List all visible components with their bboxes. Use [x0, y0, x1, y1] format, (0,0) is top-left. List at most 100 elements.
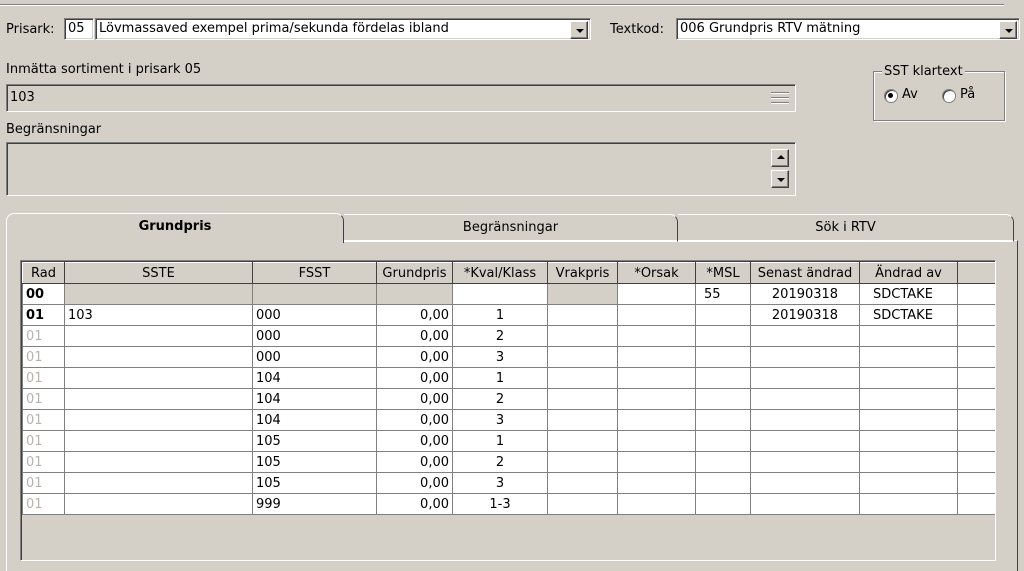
cell-fsst[interactable]: 104: [252, 367, 377, 389]
cell-msl[interactable]: [695, 325, 751, 347]
cell-orsak[interactable]: [617, 409, 696, 431]
cell-kval[interactable]: 2: [452, 451, 548, 473]
cell-sste[interactable]: [64, 346, 253, 368]
cell-sste[interactable]: 103: [64, 304, 253, 326]
cell-msl[interactable]: [695, 430, 751, 452]
cell-kval[interactable]: 3: [452, 409, 548, 431]
scroll-up-button[interactable]: [771, 149, 789, 167]
header-grundpris[interactable]: Grundpris: [376, 262, 453, 284]
header-fsst[interactable]: FSST: [252, 262, 377, 284]
table-row[interactable]: 01 105 0,00 3: [22, 472, 995, 494]
cell-msl[interactable]: [695, 472, 751, 494]
cell-fsst[interactable]: 105: [252, 472, 377, 494]
cell-kval[interactable]: 1: [452, 430, 548, 452]
cell-vrakpris[interactable]: [547, 346, 618, 368]
cell-vrakpris[interactable]: [547, 367, 618, 389]
cell-orsak[interactable]: [617, 367, 696, 389]
table-row[interactable]: 01 104 0,00 2: [22, 388, 995, 410]
table-row[interactable]: 01 999 0,00 1-3: [22, 493, 995, 515]
header-rad[interactable]: Rad: [22, 262, 65, 284]
cell-msl[interactable]: [695, 304, 751, 326]
header-kval-klass[interactable]: *Kval/Klass: [452, 262, 548, 284]
cell-fsst[interactable]: 104: [252, 409, 377, 431]
cell-msl[interactable]: [695, 388, 751, 410]
cell-sste[interactable]: [64, 409, 253, 431]
cell-rad[interactable]: 01: [22, 430, 65, 452]
cell-fsst[interactable]: 105: [252, 430, 377, 452]
header-vrakpris[interactable]: Vrakpris: [547, 262, 618, 284]
cell-vrakpris[interactable]: [547, 304, 618, 326]
header-andrad-av[interactable]: Ändrad av: [859, 262, 958, 284]
cell-orsak[interactable]: [617, 493, 696, 515]
table-row[interactable]: 01 105 0,00 1: [22, 430, 995, 452]
cell-msl[interactable]: [695, 346, 751, 368]
cell-kval[interactable]: 2: [452, 325, 548, 347]
header-msl[interactable]: *MSL: [695, 262, 751, 284]
table-row[interactable]: 01 104 0,00 3: [22, 409, 995, 431]
cell-orsak[interactable]: [617, 304, 696, 326]
cell-grundpris[interactable]: 0,00: [376, 304, 453, 326]
cell-grundpris[interactable]: 0,00: [376, 472, 453, 494]
cell-sste[interactable]: [64, 388, 253, 410]
header-sste[interactable]: SSTE: [64, 262, 253, 284]
table-row[interactable]: 01 000 0,00 3: [22, 346, 995, 368]
cell-grundpris[interactable]: 0,00: [376, 346, 453, 368]
cell-grundpris[interactable]: 0,00: [376, 430, 453, 452]
cell-sste[interactable]: [64, 325, 253, 347]
prisark-dropdown-button[interactable]: [570, 21, 588, 39]
cell-sste[interactable]: [64, 451, 253, 473]
textkod-dropdown-button[interactable]: [999, 21, 1017, 39]
cell-kval[interactable]: 3: [452, 472, 548, 494]
scroll-down-button[interactable]: [771, 170, 789, 188]
tab-grundpris[interactable]: Grundpris: [6, 213, 344, 243]
cell-orsak[interactable]: [617, 388, 696, 410]
cell-vrakpris[interactable]: [547, 451, 618, 473]
header-orsak[interactable]: *Orsak: [617, 262, 696, 284]
cell-rad[interactable]: 01: [22, 367, 65, 389]
cell-msl[interactable]: [695, 367, 751, 389]
cell-kval[interactable]: [452, 283, 548, 305]
cell-orsak[interactable]: [617, 346, 696, 368]
cell-grundpris[interactable]: 0,00: [376, 367, 453, 389]
cell-fsst[interactable]: 105: [252, 451, 377, 473]
cell-orsak[interactable]: [617, 283, 696, 305]
cell-rad[interactable]: 00: [22, 283, 65, 305]
cell-grundpris[interactable]: 0,00: [376, 493, 453, 515]
cell-rad[interactable]: 01: [22, 388, 65, 410]
cell-kval[interactable]: 2: [452, 388, 548, 410]
cell-orsak[interactable]: [617, 430, 696, 452]
cell-rad[interactable]: 01: [22, 325, 65, 347]
cell-grundpris[interactable]: 0,00: [376, 409, 453, 431]
cell-grundpris[interactable]: 0,00: [376, 388, 453, 410]
cell-fsst[interactable]: 000: [252, 346, 377, 368]
table-row[interactable]: 01 104 0,00 1: [22, 367, 995, 389]
cell-rad[interactable]: 01: [22, 493, 65, 515]
cell-vrakpris[interactable]: [547, 388, 618, 410]
cell-rad[interactable]: 01: [22, 346, 65, 368]
cell-kval[interactable]: 1-3: [452, 493, 548, 515]
cell-grundpris[interactable]: 0,00: [376, 451, 453, 473]
cell-fsst[interactable]: 104: [252, 388, 377, 410]
cell-grundpris[interactable]: 0,00: [376, 325, 453, 347]
cell-rad[interactable]: 01: [22, 451, 65, 473]
table-row[interactable]: 01 105 0,00 2: [22, 451, 995, 473]
cell-vrakpris[interactable]: [547, 493, 618, 515]
cell-kval[interactable]: 1: [452, 367, 548, 389]
cell-vrakpris[interactable]: [547, 472, 618, 494]
cell-orsak[interactable]: [617, 472, 696, 494]
cell-rad[interactable]: 01: [22, 472, 65, 494]
cell-fsst[interactable]: 000: [252, 304, 377, 326]
cell-sste[interactable]: [64, 493, 253, 515]
cell-vrakpris[interactable]: [547, 409, 618, 431]
cell-kval[interactable]: 3: [452, 346, 548, 368]
cell-msl[interactable]: [695, 493, 751, 515]
sortiment-spinner[interactable]: [771, 89, 789, 107]
table-row[interactable]: 01 103 000 0,00 1 20190318 SDCTAKE: [22, 304, 995, 326]
begransningar-field[interactable]: [6, 142, 796, 196]
cell-rad[interactable]: 01: [22, 409, 65, 431]
radio-av[interactable]: Av: [884, 86, 934, 104]
table-row[interactable]: 01 000 0,00 2: [22, 325, 995, 347]
cell-msl[interactable]: [695, 451, 751, 473]
prisark-dropdown[interactable]: Lövmassaved exempel prima/sekunda fördel…: [95, 18, 591, 40]
cell-vrakpris[interactable]: [547, 430, 618, 452]
